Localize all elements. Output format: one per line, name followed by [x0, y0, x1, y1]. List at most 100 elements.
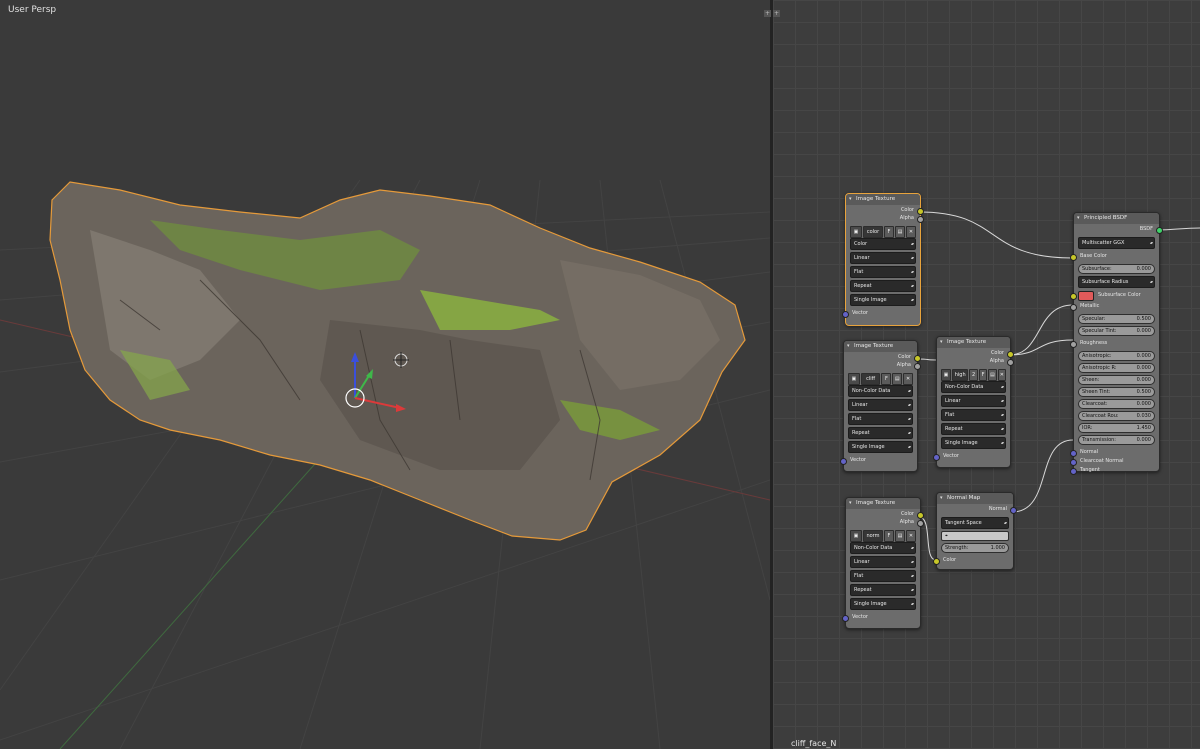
clearcoat-roughness-slider[interactable]: Clearcoat Rou: 0.030: [1078, 411, 1155, 421]
source-dropdown[interactable]: Single Image: [850, 294, 916, 306]
vector-input-socket[interactable]: [842, 615, 849, 622]
normal-space-dropdown[interactable]: Tangent Space: [941, 517, 1009, 529]
projection-dropdown[interactable]: Flat: [848, 413, 913, 425]
vector-input-socket[interactable]: [840, 458, 847, 465]
roughness-socket[interactable]: [1070, 341, 1077, 348]
image-texture-node-color[interactable]: Image Texture Color Alpha ▣ color F ▤ ✕ …: [842, 193, 924, 326]
area-corner-buttons[interactable]: + +: [764, 10, 780, 17]
interpolation-dropdown[interactable]: Linear: [848, 399, 913, 411]
clearcoat-value: 0.000: [1136, 401, 1151, 407]
extension-dropdown[interactable]: Repeat: [848, 427, 913, 439]
color-input-socket[interactable]: [933, 558, 940, 565]
image-name-field[interactable]: color: [863, 226, 883, 238]
image-texture-node-cliff[interactable]: Image Texture Color Alpha ▣ cliff F ▤ ✕ …: [840, 340, 921, 472]
base-color-socket[interactable]: [1070, 254, 1077, 261]
strength-slider[interactable]: Strength: 1.000: [941, 543, 1009, 553]
color-space-dropdown[interactable]: Non-Color Data: [848, 385, 913, 397]
color-space-dropdown[interactable]: Color: [850, 238, 916, 250]
metallic-socket[interactable]: [1070, 304, 1077, 311]
interpolation-dropdown[interactable]: Linear: [850, 556, 916, 568]
ior-slider[interactable]: IOR: 1.450: [1078, 423, 1155, 433]
subsurface-color-swatch[interactable]: [1078, 291, 1094, 301]
specular-slider[interactable]: Specular: 0.500: [1078, 314, 1155, 324]
tangent-socket[interactable]: [1070, 468, 1077, 475]
specular-tint-slider[interactable]: Specular Tint: 0.000: [1078, 326, 1155, 336]
image-name-field[interactable]: norm: [863, 530, 883, 542]
split-plus-icon[interactable]: +: [764, 10, 771, 17]
fake-user-button[interactable]: F: [884, 530, 894, 542]
image-selector[interactable]: ▣ high 2 F ▤ ✕: [941, 369, 1007, 381]
image-name-field[interactable]: high: [952, 369, 969, 381]
strength-label: Strength:: [945, 545, 969, 551]
alpha-output-socket[interactable]: [917, 520, 924, 527]
image-selector[interactable]: ▣ norm F ▤ ✕: [850, 530, 916, 542]
image-selector[interactable]: ▣ color F ▤ ✕: [850, 226, 916, 238]
alpha-output-socket[interactable]: [917, 216, 924, 223]
node-header[interactable]: Image Texture: [846, 498, 920, 509]
distribution-dropdown[interactable]: Multiscatter GGX: [1078, 237, 1155, 249]
node-header[interactable]: Principled BSDF: [1074, 213, 1159, 224]
uv-map-field[interactable]: ⌖: [941, 531, 1009, 541]
vector-input-socket[interactable]: [933, 454, 940, 461]
image-browse-icon[interactable]: ▣: [850, 226, 862, 238]
open-folder-icon[interactable]: ▤: [895, 530, 905, 542]
subsurface-radius-dropdown[interactable]: Subsurface Radius: [1078, 276, 1155, 288]
projection-dropdown[interactable]: Flat: [850, 266, 916, 278]
node-header[interactable]: Normal Map: [937, 493, 1013, 504]
subsurface-color-socket[interactable]: [1070, 293, 1077, 300]
open-folder-icon[interactable]: ▤: [892, 373, 903, 385]
fake-user-button[interactable]: F: [884, 226, 894, 238]
open-folder-icon[interactable]: ▤: [895, 226, 905, 238]
alpha-output-socket[interactable]: [914, 363, 921, 370]
fake-user-button[interactable]: F: [978, 369, 988, 381]
source-dropdown[interactable]: Single Image: [941, 437, 1006, 449]
principled-bsdf-node[interactable]: Principled BSDF BSDF Multiscatter GGX Ba…: [1070, 212, 1163, 475]
anisotropic-slider[interactable]: Anisotropic: 0.000: [1078, 351, 1155, 361]
node-header[interactable]: Image Texture: [846, 194, 920, 205]
unlink-x-icon[interactable]: ✕: [906, 530, 916, 542]
sheen-slider[interactable]: Sheen: 0.000: [1078, 375, 1155, 385]
open-folder-icon[interactable]: ▤: [988, 369, 997, 381]
interpolation-dropdown[interactable]: Linear: [941, 395, 1006, 407]
anisotropic-rotation-label: Anisotropic R:: [1082, 365, 1117, 371]
unlink-x-icon[interactable]: ✕: [903, 373, 913, 385]
bsdf-output-socket[interactable]: [1156, 227, 1163, 234]
projection-dropdown[interactable]: Flat: [850, 570, 916, 582]
image-users-count[interactable]: 2: [969, 369, 978, 381]
unlink-x-icon[interactable]: ✕: [997, 369, 1007, 381]
subsurface-label: Subsurface:: [1082, 266, 1112, 272]
node-editor[interactable]: Image Texture Color Alpha ▣ color F ▤ ✕ …: [773, 0, 1200, 749]
image-name-field[interactable]: cliff: [860, 373, 881, 385]
extension-dropdown[interactable]: Repeat: [850, 280, 916, 292]
image-browse-icon[interactable]: ▣: [850, 530, 862, 542]
image-texture-node-norm[interactable]: Image Texture Color Alpha ▣ norm F ▤ ✕ N…: [842, 497, 924, 629]
node-header[interactable]: Image Texture: [844, 341, 917, 352]
normal-output-socket[interactable]: [1010, 507, 1017, 514]
extension-dropdown[interactable]: Repeat: [941, 423, 1006, 435]
interpolation-dropdown[interactable]: Linear: [850, 252, 916, 264]
image-browse-icon[interactable]: ▣: [848, 373, 860, 385]
3d-viewport[interactable]: User Persp: [0, 0, 770, 749]
image-selector[interactable]: ▣ cliff F ▤ ✕: [848, 373, 913, 385]
vector-input-socket[interactable]: [842, 311, 849, 318]
subsurface-slider[interactable]: Subsurface: 0.000: [1078, 264, 1155, 274]
source-dropdown[interactable]: Single Image: [848, 441, 913, 453]
source-dropdown[interactable]: Single Image: [850, 598, 916, 610]
unlink-x-icon[interactable]: ✕: [906, 226, 916, 238]
alpha-output-socket[interactable]: [1007, 359, 1014, 366]
image-texture-node-high[interactable]: Image Texture Color Alpha ▣ high 2 F ▤ ✕…: [933, 336, 1014, 468]
normal-map-node[interactable]: Normal Map Normal Tangent Space ⌖ Streng…: [933, 492, 1017, 570]
projection-dropdown[interactable]: Flat: [941, 409, 1006, 421]
split-plus-icon[interactable]: +: [773, 10, 780, 17]
clearcoat-slider[interactable]: Clearcoat: 0.000: [1078, 399, 1155, 409]
output-alpha-label: Alpha: [896, 362, 911, 368]
fake-user-button[interactable]: F: [881, 373, 892, 385]
color-space-dropdown[interactable]: Non-Color Data: [941, 381, 1006, 393]
transmission-slider[interactable]: Transmission: 0.000: [1078, 435, 1155, 445]
anisotropic-rotation-slider[interactable]: Anisotropic R: 0.000: [1078, 363, 1155, 373]
color-space-dropdown[interactable]: Non-Color Data: [850, 542, 916, 554]
sheen-tint-slider[interactable]: Sheen Tint: 0.500: [1078, 387, 1155, 397]
node-header[interactable]: Image Texture: [937, 337, 1010, 348]
image-browse-icon[interactable]: ▣: [941, 369, 951, 381]
extension-dropdown[interactable]: Repeat: [850, 584, 916, 596]
